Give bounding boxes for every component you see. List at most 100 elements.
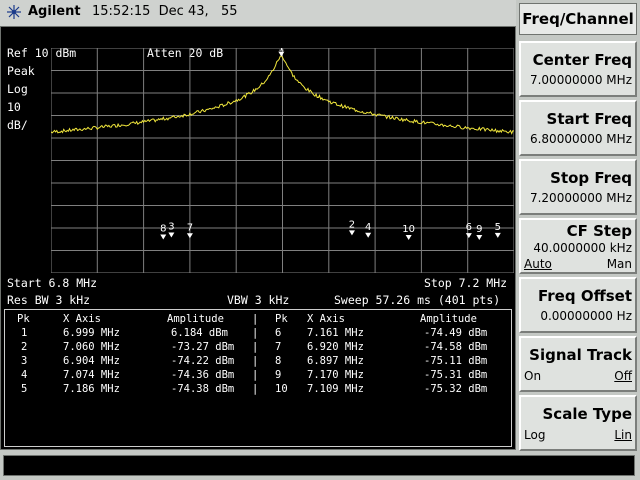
signal-track-button[interactable]: Signal Track On Off bbox=[519, 336, 637, 392]
table-cell-x: 7.186 MHz bbox=[63, 383, 120, 395]
peak-marker-diamond bbox=[365, 232, 372, 238]
signal-track-label: Signal Track bbox=[529, 346, 632, 364]
peak-marker-diamond bbox=[168, 232, 175, 238]
table-cell-x: 7.074 MHz bbox=[63, 369, 120, 381]
table-cell-pk: 1 bbox=[21, 327, 28, 339]
table-cell-x: 7.109 MHz bbox=[307, 383, 364, 395]
cf-step-man-option: Man bbox=[606, 257, 632, 271]
peak-marker-label: 6 bbox=[466, 222, 472, 233]
start-freq-readout: Start 6.8 MHz bbox=[7, 276, 98, 290]
table-cell-pk: 7 bbox=[275, 341, 282, 353]
cf-step-button[interactable]: CF Step 40.0000000 kHz Auto Man bbox=[519, 218, 637, 274]
table-cell-amp: -75.31 dBm bbox=[424, 369, 488, 381]
detector-mode: Peak bbox=[7, 64, 35, 78]
peak-marker-label: 3 bbox=[168, 221, 174, 232]
vbw-readout: VBW 3 kHz bbox=[227, 293, 290, 307]
peak-marker-diamond bbox=[186, 233, 193, 239]
agilent-logo-icon bbox=[7, 5, 21, 19]
cf-step-value: 40.0000000 kHz bbox=[533, 241, 632, 255]
peak-markers: 1 2 3 4 5 6 7 8 9 10 bbox=[160, 48, 501, 240]
scale-value: 10 bbox=[7, 100, 21, 114]
table-cell-sep: | bbox=[252, 341, 259, 353]
peak-marker-label: 9 bbox=[476, 224, 482, 235]
table-cell-x: 7.161 MHz bbox=[307, 327, 364, 339]
stop-freq-label: Stop Freq bbox=[550, 169, 632, 187]
cf-step-auto-option: Auto bbox=[524, 257, 552, 271]
table-cell-pk: 10 bbox=[275, 383, 288, 395]
table-cell-pk: 2 bbox=[21, 341, 28, 353]
center-freq-value: 7.00000000 MHz bbox=[529, 73, 632, 87]
col-amp-header-2: Amplitude bbox=[420, 313, 477, 325]
col-x-header-2: X Axis bbox=[307, 313, 345, 325]
table-cell-pk: 4 bbox=[21, 369, 28, 381]
date-time: 15:52:15 Dec 43, 55 bbox=[92, 4, 238, 19]
signal-track-off-option: Off bbox=[614, 369, 632, 383]
peak-marker-diamond bbox=[405, 234, 412, 240]
table-cell-pk: 8 bbox=[275, 355, 282, 367]
col-pk-header-2: Pk bbox=[275, 313, 288, 325]
table-cell-pk: 6 bbox=[275, 327, 282, 339]
table-cell-x: 7.060 MHz bbox=[63, 341, 120, 353]
table-cell-x: 6.904 MHz bbox=[63, 355, 120, 367]
scale-type-log-option: Log bbox=[524, 428, 546, 442]
table-cell-amp: 6.184 dBm bbox=[171, 327, 228, 339]
status-bar bbox=[3, 455, 635, 476]
table-cell-amp: -74.22 dBm bbox=[171, 355, 235, 367]
table-cell-amp: -73.27 dBm bbox=[171, 341, 235, 353]
table-cell-x: 6.920 MHz bbox=[307, 341, 364, 353]
peak-marker-label: 8 bbox=[160, 223, 166, 234]
scale-type-button[interactable]: Scale Type Log Lin bbox=[519, 395, 637, 451]
spectrum-display: Ref 10 dBm Atten 20 dB Peak Log 10 dB/ 1… bbox=[0, 26, 516, 450]
peak-marker-diamond bbox=[348, 230, 355, 236]
peak-marker-label: 4 bbox=[365, 222, 371, 233]
peak-marker-diamond bbox=[494, 232, 501, 238]
res-bw-readout: Res BW 3 kHz bbox=[7, 293, 91, 307]
table-cell-x: 6.897 MHz bbox=[307, 355, 364, 367]
scale-type-readout: Log bbox=[7, 82, 28, 96]
cf-step-label: CF Step bbox=[566, 222, 632, 240]
table-cell-amp: -74.49 dBm bbox=[424, 327, 488, 339]
peak-table: Pk X Axis Amplitude | Pk X Axis Amplitud… bbox=[4, 309, 512, 447]
peak-marker-diamond bbox=[476, 234, 483, 240]
peak-marker-label: 5 bbox=[495, 222, 501, 233]
sweep-readout: Sweep 57.26 ms (401 pts) bbox=[334, 293, 501, 307]
freq-offset-label: Freq Offset bbox=[538, 287, 632, 305]
stop-freq-readout: Stop 7.2 MHz bbox=[424, 276, 508, 290]
stop-freq-button[interactable]: Stop Freq 7.20000000 MHz bbox=[519, 159, 637, 215]
scale-type-label: Scale Type bbox=[542, 405, 633, 423]
freq-offset-button[interactable]: Freq Offset 0.00000000 Hz bbox=[519, 277, 637, 333]
table-cell-amp: -74.58 dBm bbox=[424, 341, 488, 353]
plot-grid bbox=[51, 48, 514, 273]
table-cell-x: 7.170 MHz bbox=[307, 369, 364, 381]
signal-track-on-option: On bbox=[524, 369, 542, 383]
menu-title: Freq/Channel bbox=[519, 3, 637, 35]
freq-offset-value: 0.00000000 Hz bbox=[540, 309, 632, 323]
center-freq-button[interactable]: Center Freq 7.00000000 MHz bbox=[519, 41, 637, 97]
start-freq-value: 6.80000000 MHz bbox=[529, 132, 632, 146]
table-cell-amp: -75.11 dBm bbox=[424, 355, 488, 367]
table-cell-amp: -74.36 dBm bbox=[171, 369, 235, 381]
table-cell-sep: | bbox=[252, 327, 259, 339]
col-pk-header: Pk bbox=[17, 313, 30, 325]
brand-name: Agilent bbox=[28, 4, 81, 19]
start-freq-button[interactable]: Start Freq 6.80000000 MHz bbox=[519, 100, 637, 156]
center-freq-label: Center Freq bbox=[532, 51, 632, 69]
scale-type-lin-option: Lin bbox=[614, 428, 632, 442]
table-cell-sep: | bbox=[252, 383, 259, 395]
table-cell-amp: -75.32 dBm bbox=[424, 383, 488, 395]
scale-unit: dB/ bbox=[7, 118, 28, 132]
table-cell-pk: 3 bbox=[21, 355, 28, 367]
peak-marker-label: 1 bbox=[278, 48, 284, 54]
table-cell-sep: | bbox=[252, 355, 259, 367]
peak-marker-label: 7 bbox=[187, 222, 193, 233]
table-cell-sep: | bbox=[252, 369, 259, 381]
spectrum-plot: 1 2 3 4 5 6 7 8 9 10 bbox=[51, 48, 514, 273]
peak-marker-diamond bbox=[160, 234, 167, 240]
peak-marker-diamond bbox=[465, 233, 472, 239]
table-cell-pk: 9 bbox=[275, 369, 282, 381]
start-freq-label: Start Freq bbox=[546, 110, 632, 128]
table-cell-x: 6.999 MHz bbox=[63, 327, 120, 339]
peak-marker-label: 10 bbox=[402, 224, 415, 235]
peak-marker-label: 2 bbox=[349, 219, 355, 230]
title-bar: Agilent 15:52:15 Dec 43, 55 bbox=[0, 0, 516, 27]
